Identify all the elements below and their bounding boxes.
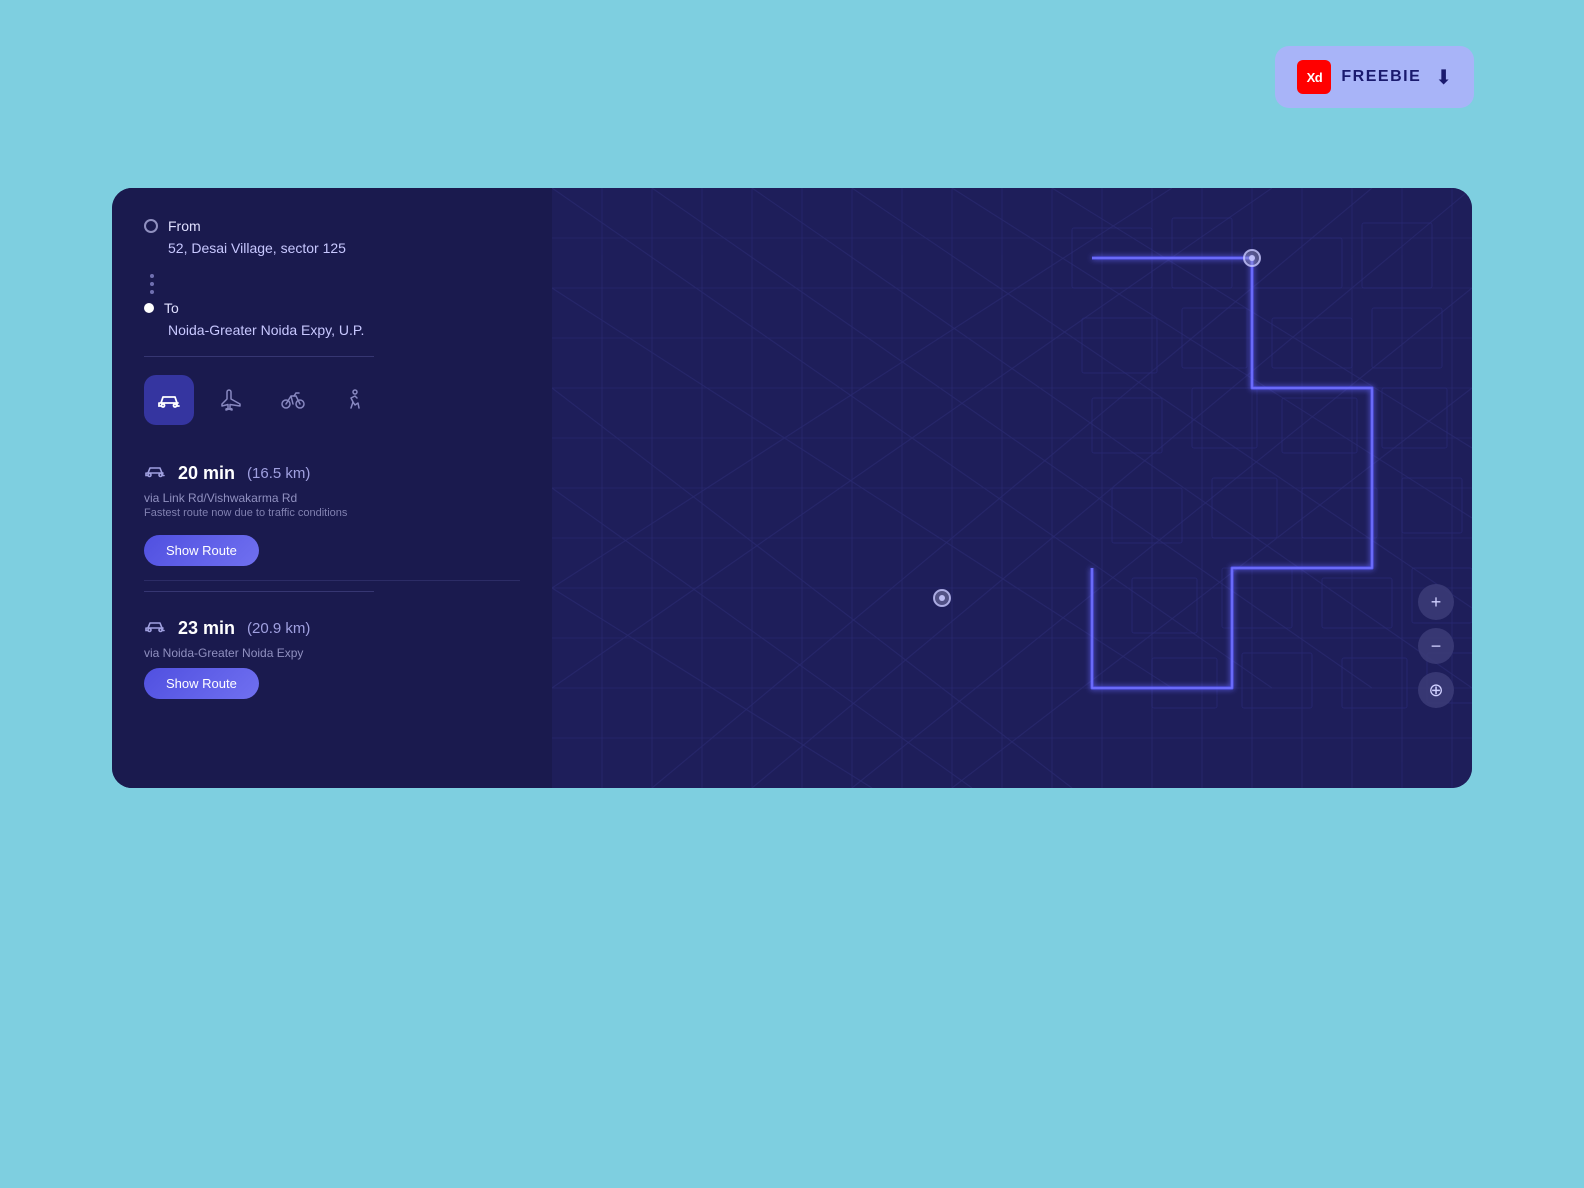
connector-dot-2 — [150, 282, 154, 286]
divider-2 — [144, 591, 374, 592]
route-1-header: 20 min (16.5 km) — [144, 461, 520, 485]
download-icon: ⬇ — [1435, 65, 1452, 90]
mode-walk-button[interactable] — [330, 375, 380, 425]
to-dot-icon — [144, 303, 154, 313]
route-1-via: via Link Rd/Vishwakarma Rd — [144, 491, 520, 505]
xd-icon: Xd — [1297, 60, 1331, 94]
mode-flight-button[interactable] — [206, 375, 256, 425]
map-area: + − ⊕ — [552, 188, 1472, 788]
to-label-row: To — [144, 300, 520, 316]
from-label: From — [168, 218, 201, 234]
route-2-dist: (20.9 km) — [247, 620, 310, 637]
from-circle-icon — [144, 219, 158, 233]
walk-mode-icon — [344, 388, 366, 412]
mode-car-button[interactable] — [144, 375, 194, 425]
connector-dot-3 — [150, 290, 154, 294]
from-label-row: From — [144, 218, 520, 234]
route-1-note: Fastest route now due to traffic conditi… — [144, 507, 520, 519]
to-address: Noida-Greater Noida Expy, U.P. — [144, 322, 520, 338]
from-section: From 52, Desai Village, sector 125 — [144, 218, 520, 256]
flight-mode-icon — [219, 388, 243, 412]
route-option-2: 23 min (20.9 km) via Noida-Greater Noida… — [144, 602, 520, 713]
freebie-label: FREEBIE — [1341, 68, 1421, 86]
route-2-car-icon — [144, 616, 166, 640]
show-route-1-button[interactable]: Show Route — [144, 535, 259, 566]
transport-modes — [144, 375, 520, 425]
car-mode-icon — [156, 389, 182, 411]
bike-mode-icon — [280, 389, 306, 411]
divider-1 — [144, 356, 374, 357]
zoom-in-button[interactable]: + — [1418, 584, 1454, 620]
route-connector — [144, 274, 520, 294]
route-1-dist: (16.5 km) — [247, 465, 310, 482]
locate-button[interactable]: ⊕ — [1418, 672, 1454, 708]
route-2-time: 23 min — [178, 618, 235, 639]
zoom-out-button[interactable]: − — [1418, 628, 1454, 664]
freebie-badge[interactable]: Xd FREEBIE ⬇ — [1275, 46, 1474, 108]
show-route-2-button[interactable]: Show Route — [144, 668, 259, 699]
to-label: To — [164, 300, 179, 316]
route-1-car-icon — [144, 461, 166, 485]
connector-dot-1 — [150, 274, 154, 278]
mode-bike-button[interactable] — [268, 375, 318, 425]
map-svg — [552, 188, 1472, 788]
map-card: From 52, Desai Village, sector 125 To No… — [112, 188, 1472, 788]
map-controls: + − ⊕ — [1418, 584, 1454, 708]
route-2-via: via Noida-Greater Noida Expy — [144, 646, 520, 660]
to-section: To Noida-Greater Noida Expy, U.P. — [144, 300, 520, 338]
from-address: 52, Desai Village, sector 125 — [144, 240, 520, 256]
sidebar: From 52, Desai Village, sector 125 To No… — [112, 188, 552, 788]
route-1-time: 20 min — [178, 463, 235, 484]
route-2-header: 23 min (20.9 km) — [144, 616, 520, 640]
route-option-1: 20 min (16.5 km) via Link Rd/Vishwakarma… — [144, 447, 520, 581]
